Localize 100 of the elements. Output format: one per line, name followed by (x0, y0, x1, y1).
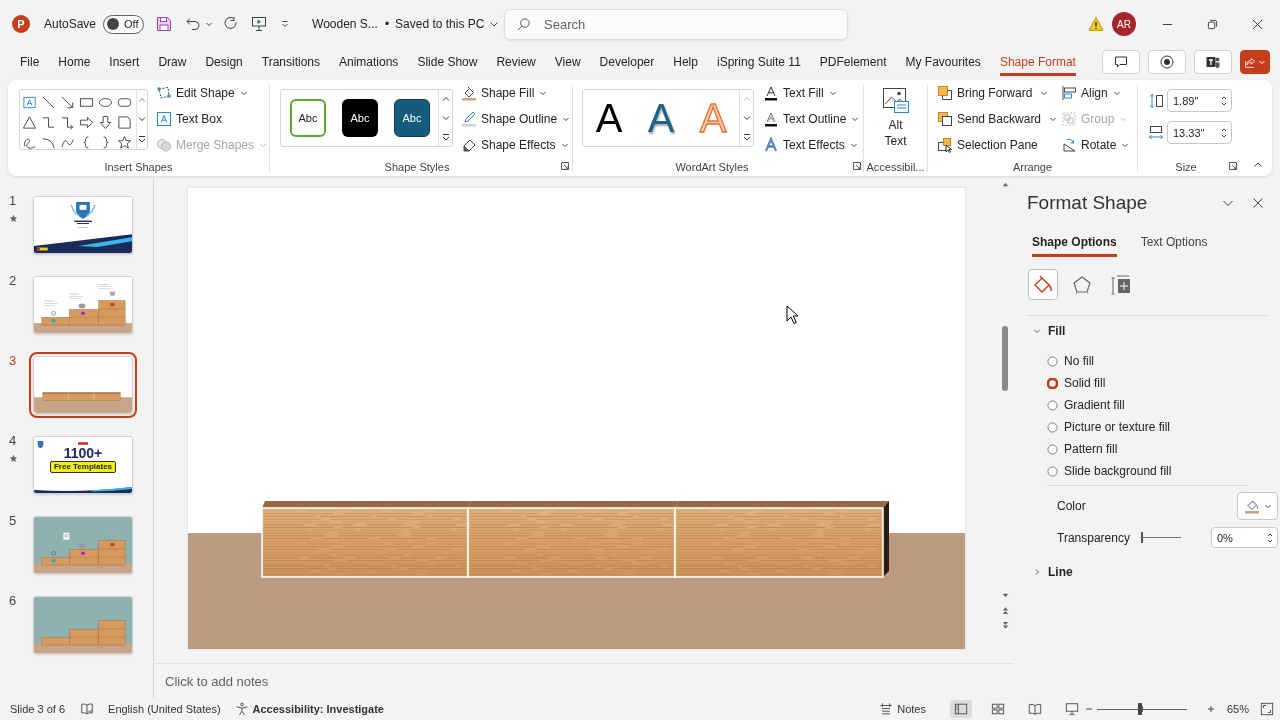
ribbon-tab[interactable]: Transitions (261, 48, 320, 76)
spin-up-icon[interactable] (1220, 94, 1228, 101)
elbow-arrow-connector-icon[interactable] (60, 114, 75, 130)
down-arrow-shape-icon[interactable] (98, 114, 113, 130)
share-button[interactable] (1240, 50, 1270, 74)
ribbon-button[interactable]: Text Box (155, 107, 269, 131)
dialog-launcher-icon[interactable] (853, 162, 861, 170)
ribbon-button[interactable]: Text Effects (762, 133, 861, 157)
pane-tab[interactable]: Text Options (1140, 226, 1208, 257)
accessibility-status[interactable]: Accessibility: Investigate (252, 703, 384, 715)
save-icon[interactable] (156, 16, 173, 32)
gallery-more-icon[interactable] (137, 134, 147, 145)
ribbon-tab[interactable]: Shape Format (999, 48, 1076, 76)
pane-tab[interactable]: Shape Options (1032, 226, 1117, 257)
spin-down-icon[interactable] (1220, 132, 1228, 139)
warning-icon[interactable] (1088, 16, 1104, 32)
ribbon-tab[interactable]: iSpring Suite 11 (716, 48, 801, 76)
ribbon-tab[interactable]: PDFelement (819, 48, 887, 76)
slide-thumbnail[interactable] (33, 516, 133, 574)
notes-field[interactable]: Click to add notes (154, 664, 1014, 698)
section-header[interactable]: Fill (1027, 321, 1066, 341)
accessibility-icon[interactable] (234, 702, 249, 716)
close-icon[interactable] (1252, 197, 1264, 209)
rounded-corner-shape-icon[interactable] (117, 114, 132, 130)
zoom-slider-thumb[interactable] (1138, 703, 1143, 715)
section-header[interactable]: Line (1027, 562, 1073, 582)
ribbon-tab[interactable]: Insert (109, 48, 140, 76)
height-field[interactable]: 1.89" (1167, 89, 1232, 112)
caret-icon[interactable] (205, 20, 214, 28)
search-field[interactable]: Search (504, 8, 848, 40)
fill-option[interactable]: Slide background fill (1047, 460, 1278, 482)
ribbon-button[interactable]: Rotate (1060, 133, 1131, 157)
ribbon-button[interactable]: Shape Fill (460, 81, 572, 105)
language-status[interactable]: English (United States) (108, 703, 221, 715)
fit-to-window-icon[interactable] (1260, 702, 1274, 716)
right-arrow-shape-icon[interactable] (79, 114, 94, 130)
slide-thumbnail[interactable] (33, 196, 133, 254)
present-icon[interactable] (251, 16, 268, 32)
comments-button[interactable] (1102, 50, 1140, 74)
slide-thumbnail[interactable]: 1100+ Free Templates (33, 436, 133, 494)
customize-toolbar-icon[interactable] (281, 20, 290, 28)
ribbon-button[interactable]: Send Backward (936, 107, 1060, 131)
ribbon-button[interactable]: Text Fill (762, 81, 861, 105)
fill-option[interactable]: No fill (1047, 350, 1278, 372)
undo-icon[interactable] (185, 16, 202, 32)
shape-style-preset[interactable]: Abc (394, 99, 430, 137)
width-field[interactable]: 13.33" (1167, 121, 1232, 144)
scroll-down-icon[interactable] (741, 113, 752, 123)
ribbon-tab[interactable]: Home (58, 48, 91, 76)
ribbon-tab[interactable]: Animations (339, 48, 399, 76)
meeting-button[interactable] (1194, 50, 1232, 74)
star-shape-icon[interactable] (117, 134, 132, 150)
wordart-preset[interactable]: A (583, 90, 635, 146)
record-button[interactable] (1148, 50, 1186, 74)
ribbon-tab[interactable]: Slide Show (417, 48, 478, 76)
save-status[interactable]: Saved to this PC (395, 17, 485, 31)
ribbon-tab[interactable]: Draw (158, 48, 187, 76)
spin-down-icon[interactable] (1266, 537, 1274, 544)
gallery-more-icon[interactable] (741, 131, 752, 142)
notes-button[interactable]: Notes (879, 702, 926, 716)
restore-icon[interactable] (1207, 18, 1218, 30)
wordart-preset[interactable]: A (635, 90, 687, 146)
spelling-book-icon[interactable] (80, 702, 95, 716)
gallery-more-icon[interactable] (440, 131, 451, 142)
chevron-down-icon[interactable] (489, 19, 500, 29)
ribbon-tab[interactable]: Help (673, 48, 698, 76)
alt-text-button[interactable]: Alt Text (878, 81, 913, 149)
ribbon-button[interactable]: Selection Pane (936, 133, 1060, 157)
ribbon-tab[interactable]: File (20, 48, 40, 76)
ribbon-button[interactable]: Shape Outline (460, 107, 572, 131)
spin-down-icon[interactable] (1220, 100, 1228, 107)
slider-thumb[interactable] (1140, 532, 1143, 543)
triangle-shape-icon[interactable] (22, 114, 37, 130)
fill-option[interactable]: Solid fill (1047, 372, 1278, 394)
ribbon-tab[interactable]: Design (205, 48, 243, 76)
close-icon[interactable] (1252, 18, 1263, 30)
category-tab[interactable] (1028, 269, 1058, 300)
view-button[interactable] (949, 700, 972, 718)
zoom-in-icon[interactable] (1206, 705, 1215, 713)
line-shape-icon[interactable] (41, 94, 56, 110)
dialog-launcher-icon[interactable] (561, 162, 569, 170)
slide-thumbnail[interactable] (33, 276, 133, 334)
ribbon-tab[interactable]: Review (496, 48, 536, 76)
scrollbar-thumb[interactable] (1002, 326, 1008, 391)
user-avatar[interactable]: AR (1112, 12, 1136, 36)
slide-thumbnail[interactable] (33, 596, 133, 654)
scroll-down-icon[interactable] (1000, 591, 1010, 600)
fill-option[interactable]: Gradient fill (1047, 394, 1278, 416)
next-slide-icon[interactable] (1000, 621, 1010, 630)
transparency-field[interactable]: 0% (1211, 527, 1278, 548)
ribbon-button[interactable]: Text Outline (762, 107, 861, 131)
ribbon-button[interactable]: Shape Effects (460, 133, 572, 157)
scroll-up-icon[interactable] (1000, 180, 1010, 189)
redo-icon[interactable] (223, 16, 240, 32)
zoom-level[interactable]: 65% (1226, 703, 1249, 715)
ribbon-button[interactable]: Align (1060, 81, 1131, 105)
fill-option[interactable]: Pattern fill (1047, 438, 1278, 460)
spin-up-icon[interactable] (1266, 531, 1274, 538)
shape-style-preset[interactable]: Abc (342, 99, 378, 137)
ribbon-button[interactable]: Bring Forward (936, 81, 1060, 105)
